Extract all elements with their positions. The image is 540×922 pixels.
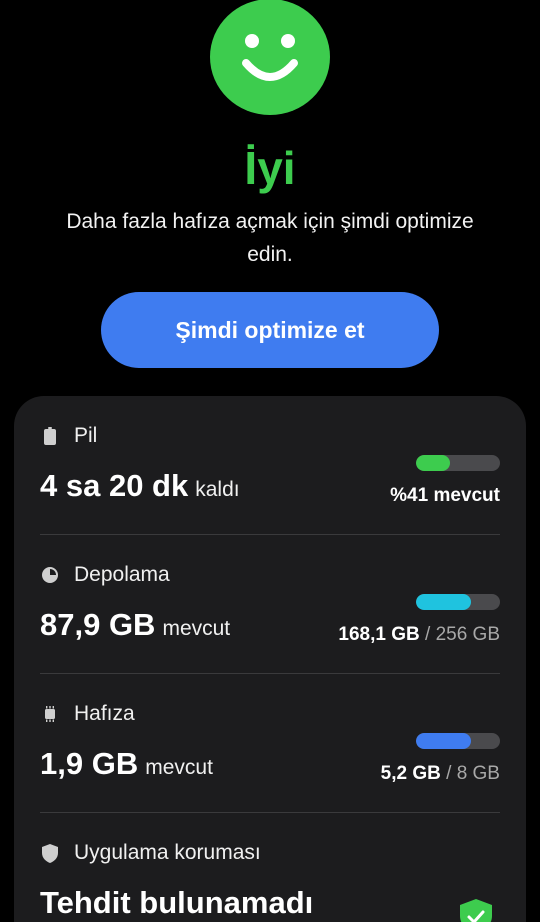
battery-level-fill: [416, 455, 451, 471]
memory-unit: mevcut: [145, 756, 213, 779]
battery-icon: [40, 426, 60, 446]
device-care-card: Pil 4 sa 20 dk kaldı %41 mevcut Depolama…: [14, 396, 526, 922]
memory-separator: /: [446, 763, 452, 784]
storage-used: 168,1 GB: [338, 624, 420, 645]
memory-usage: 5,2 GB / 8 GB: [381, 763, 500, 785]
memory-total: 8 GB: [456, 763, 500, 784]
app-protection-status: Tehdit bulunamadı: [40, 885, 314, 920]
memory-level-bar: [416, 733, 500, 749]
battery-section[interactable]: Pil 4 sa 20 dk kaldı %41 mevcut: [14, 396, 526, 535]
pie-chart-icon: [40, 565, 60, 585]
battery-level-bar: [416, 455, 500, 471]
status-message: Daha fazla hafıza açmak için şimdi optim…: [66, 210, 474, 266]
battery-time-left: 4 sa 20 dk: [40, 468, 189, 503]
storage-usage: 168,1 GB / 256 GB: [338, 624, 500, 646]
storage-title: Depolama: [74, 563, 170, 586]
memory-level-fill: [416, 733, 471, 749]
app-protection-title: Uygulama koruması: [74, 841, 261, 864]
battery-unit: kaldı: [195, 478, 240, 501]
memory-title: Hafıza: [74, 702, 135, 725]
memory-used: 5,2 GB: [380, 763, 441, 784]
memory-available-value: 1,9 GB: [40, 746, 139, 781]
memory-section[interactable]: Hafıza 1,9 GB mevcut 5,2 GB / 8 GB: [14, 674, 526, 813]
storage-level-bar: [416, 594, 500, 610]
storage-unit: mevcut: [162, 617, 231, 640]
memory-chip-icon: [40, 704, 60, 724]
app-protection-section[interactable]: Uygulama koruması Tehdit bulunamadı: [14, 813, 526, 922]
storage-level-fill: [416, 594, 472, 610]
battery-available: %41 mevcut: [390, 485, 500, 506]
storage-section[interactable]: Depolama 87,9 GB mevcut 168,1 GB / 256 G…: [14, 535, 526, 674]
optimize-now-button[interactable]: Şimdi optimize et: [101, 292, 439, 368]
shield-icon: [40, 843, 60, 863]
storage-total: 256 GB: [435, 624, 500, 645]
device-care-status: İyi: [244, 142, 296, 194]
smiley-face-icon: [210, 0, 330, 115]
shield-check-icon: [460, 899, 492, 922]
storage-available-value: 87,9 GB: [40, 607, 156, 642]
battery-title: Pil: [74, 424, 98, 447]
storage-separator: /: [425, 624, 431, 645]
